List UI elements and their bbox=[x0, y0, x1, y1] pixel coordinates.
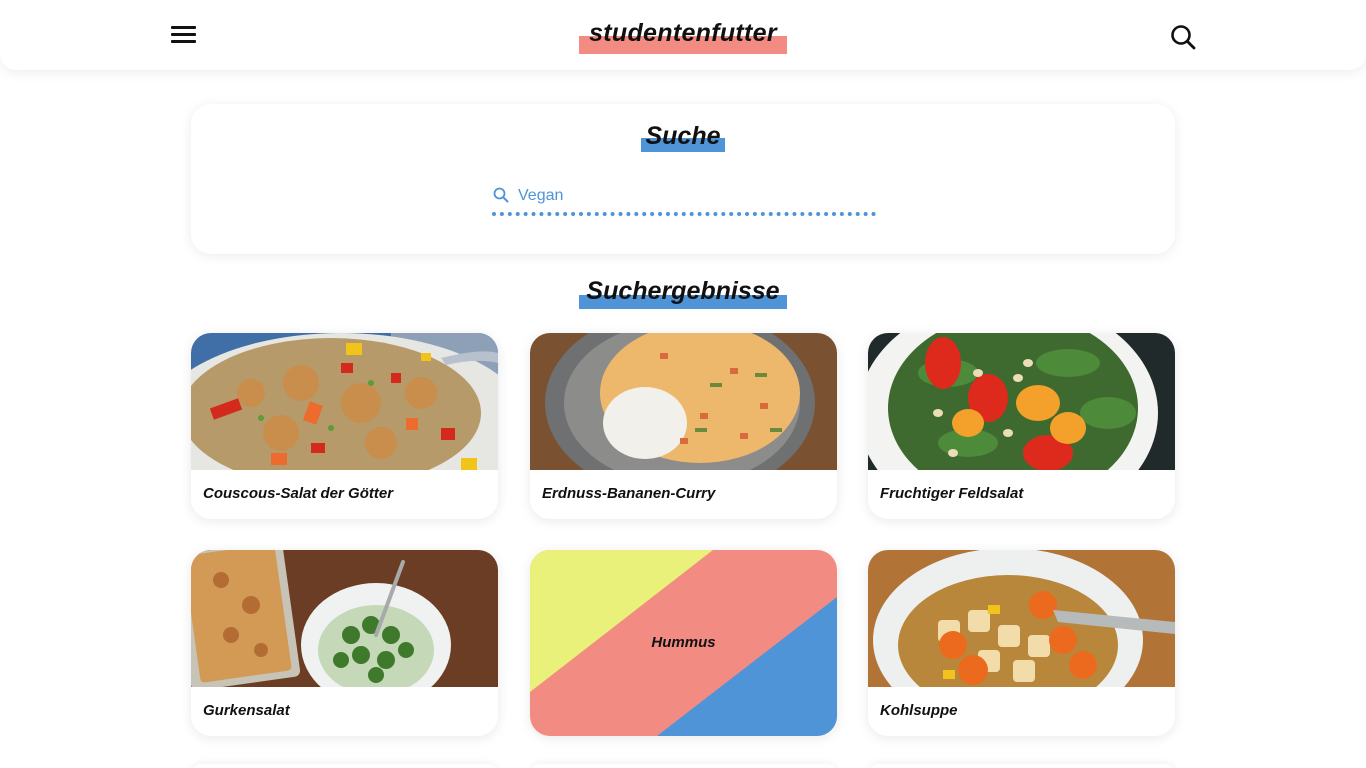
search-heading: Suche bbox=[641, 122, 725, 158]
recipe-card-curry[interactable]: Erdnuss-Bananen-Curry bbox=[530, 333, 837, 519]
logo-text: studentenfutter bbox=[589, 19, 777, 47]
recipe-title: Kohlsuppe bbox=[880, 702, 958, 719]
hamburger-menu-icon[interactable] bbox=[170, 24, 198, 48]
recipe-title: Couscous-Salat der Götter bbox=[203, 485, 394, 502]
site-header: studentenfutter bbox=[0, 0, 1366, 70]
recipe-card-couscous[interactable]: Couscous-Salat der Götter bbox=[191, 333, 498, 519]
recipe-title: Gurkensalat bbox=[203, 702, 290, 719]
recipe-card-partial[interactable] bbox=[530, 764, 837, 768]
recipe-card-gurkensalat[interactable]: Gurkensalat bbox=[191, 550, 498, 736]
recipe-title: Hummus bbox=[651, 634, 716, 651]
recipe-card-feldsalat[interactable]: Fruchtiger Feldsalat bbox=[868, 333, 1175, 519]
recipe-image bbox=[191, 550, 498, 687]
search-icon[interactable] bbox=[1168, 22, 1198, 52]
recipe-image bbox=[868, 333, 1175, 470]
search-field-icon bbox=[492, 186, 510, 204]
search-field[interactable] bbox=[492, 184, 876, 216]
recipe-card-partial[interactable] bbox=[868, 764, 1175, 768]
recipe-image bbox=[191, 333, 498, 470]
recipe-title: Fruchtiger Feldsalat bbox=[880, 485, 1024, 502]
recipe-card-kohlsuppe[interactable]: Kohlsuppe bbox=[868, 550, 1175, 736]
search-input[interactable] bbox=[518, 184, 868, 208]
recipe-card-hummus[interactable]: Hummus bbox=[530, 550, 837, 736]
search-panel: Suche bbox=[191, 104, 1175, 254]
results-heading: Suchergebnisse bbox=[579, 277, 787, 313]
recipe-card-partial[interactable] bbox=[191, 764, 498, 768]
recipe-image bbox=[868, 550, 1175, 687]
site-logo[interactable]: studentenfutter bbox=[579, 16, 787, 56]
recipe-image bbox=[530, 333, 837, 470]
recipe-title: Erdnuss-Bananen-Curry bbox=[542, 485, 716, 502]
